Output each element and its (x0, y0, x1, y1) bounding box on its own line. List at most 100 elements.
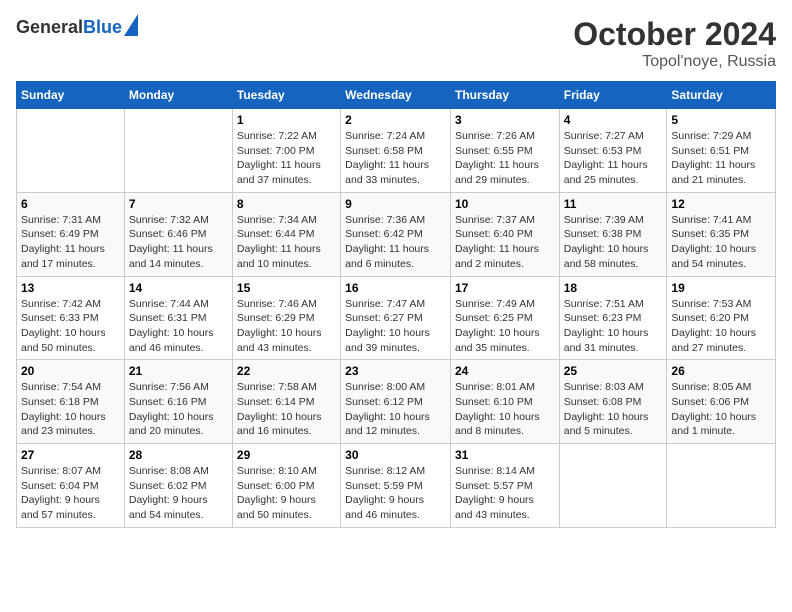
day-number: 10 (455, 197, 555, 211)
week-row-3: 13 Sunrise: 7:42 AM Sunset: 6:33 PM Dayli… (17, 276, 776, 360)
calendar-cell: 26 Sunrise: 8:05 AM Sunset: 6:06 PM Dayli… (667, 360, 776, 444)
calendar-cell: 27 Sunrise: 8:07 AM Sunset: 6:04 PM Dayli… (17, 444, 125, 528)
calendar-cell: 25 Sunrise: 8:03 AM Sunset: 6:08 PM Dayli… (559, 360, 667, 444)
logo-blue: Blue (83, 17, 122, 37)
calendar-cell: 24Sunrise: 8:01 AM Sunset: 6:10 PM Dayli… (450, 360, 559, 444)
page-title: October 2024 (573, 16, 776, 53)
calendar-cell: 3Sunrise: 7:26 AM Sunset: 6:55 PM Daylig… (450, 109, 559, 193)
day-info: Sunrise: 8:10 AM Sunset: 6:00 PM Dayligh… (237, 464, 336, 523)
day-info: Sunrise: 7:44 AM Sunset: 6:31 PM Dayligh… (129, 297, 228, 356)
day-info: Sunrise: 7:58 AM Sunset: 6:14 PM Dayligh… (237, 380, 336, 439)
calendar-cell: 30Sunrise: 8:12 AM Sunset: 5:59 PM Dayli… (341, 444, 451, 528)
calendar-cell: 8 Sunrise: 7:34 AM Sunset: 6:44 PM Daylig… (232, 192, 340, 276)
calendar-cell: 22 Sunrise: 7:58 AM Sunset: 6:14 PM Dayli… (232, 360, 340, 444)
day-number: 1 (237, 113, 336, 127)
calendar-cell: 17 Sunrise: 7:49 AM Sunset: 6:25 PM Dayli… (450, 276, 559, 360)
day-number: 7 (129, 197, 228, 211)
day-info: Sunrise: 7:36 AM Sunset: 6:42 PM Dayligh… (345, 213, 446, 272)
day-number: 28 (129, 448, 228, 462)
calendar-cell: 28 Sunrise: 8:08 AM Sunset: 6:02 PM Dayli… (124, 444, 232, 528)
calendar-cell (559, 444, 667, 528)
day-number: 19 (671, 281, 771, 295)
day-number: 27 (21, 448, 120, 462)
day-number: 26 (671, 364, 771, 378)
calendar-cell: 10 Sunrise: 7:37 AM Sunset: 6:40 PM Dayli… (450, 192, 559, 276)
day-header-tuesday: Tuesday (232, 82, 340, 109)
calendar-cell: 2 Sunrise: 7:24 AM Sunset: 6:58 PM Daylig… (341, 109, 451, 193)
calendar-cell: 15Sunrise: 7:46 AM Sunset: 6:29 PM Dayli… (232, 276, 340, 360)
calendar-cell: 23 Sunrise: 8:00 AM Sunset: 6:12 PM Dayli… (341, 360, 451, 444)
day-number: 25 (564, 364, 663, 378)
day-info: Sunrise: 7:54 AM Sunset: 6:18 PM Dayligh… (21, 380, 120, 439)
day-number: 18 (564, 281, 663, 295)
week-row-4: 20 Sunrise: 7:54 AM Sunset: 6:18 PM Dayli… (17, 360, 776, 444)
day-number: 13 (21, 281, 120, 295)
day-info: Sunrise: 7:37 AM Sunset: 6:40 PM Dayligh… (455, 213, 555, 272)
day-number: 29 (237, 448, 336, 462)
day-number: 17 (455, 281, 555, 295)
calendar-cell: 12 Sunrise: 7:41 AM Sunset: 6:35 PM Dayli… (667, 192, 776, 276)
day-number: 8 (237, 197, 336, 211)
calendar-cell: 18 Sunrise: 7:51 AM Sunset: 6:23 PM Dayli… (559, 276, 667, 360)
logo: GeneralBlue (16, 16, 138, 38)
day-info: Sunrise: 7:41 AM Sunset: 6:35 PM Dayligh… (671, 213, 771, 272)
day-info: Sunrise: 7:51 AM Sunset: 6:23 PM Dayligh… (564, 297, 663, 356)
day-number: 6 (21, 197, 120, 211)
day-number: 14 (129, 281, 228, 295)
day-info: Sunrise: 7:22 AM Sunset: 7:00 PM Dayligh… (237, 129, 336, 188)
day-info: Sunrise: 7:49 AM Sunset: 6:25 PM Dayligh… (455, 297, 555, 356)
calendar-cell: 9 Sunrise: 7:36 AM Sunset: 6:42 PM Daylig… (341, 192, 451, 276)
calendar-cell: 29 Sunrise: 8:10 AM Sunset: 6:00 PM Dayli… (232, 444, 340, 528)
page-header: GeneralBlue October 2024 Topol'noye, Rus… (16, 16, 776, 71)
page-subtitle: Topol'noye, Russia (573, 53, 776, 71)
day-info: Sunrise: 7:31 AM Sunset: 6:49 PM Dayligh… (21, 213, 120, 272)
calendar-cell: 14 Sunrise: 7:44 AM Sunset: 6:31 PM Dayli… (124, 276, 232, 360)
day-info: Sunrise: 7:24 AM Sunset: 6:58 PM Dayligh… (345, 129, 446, 188)
calendar-cell: 7 Sunrise: 7:32 AM Sunset: 6:46 PM Daylig… (124, 192, 232, 276)
day-info: Sunrise: 7:27 AM Sunset: 6:53 PM Dayligh… (564, 129, 663, 188)
day-number: 30 (345, 448, 446, 462)
day-info: Sunrise: 8:03 AM Sunset: 6:08 PM Dayligh… (564, 380, 663, 439)
day-number: 9 (345, 197, 446, 211)
week-row-2: 6 Sunrise: 7:31 AM Sunset: 6:49 PM Daylig… (17, 192, 776, 276)
day-number: 22 (237, 364, 336, 378)
day-info: Sunrise: 7:39 AM Sunset: 6:38 PM Dayligh… (564, 213, 663, 272)
calendar-cell (667, 444, 776, 528)
logo-icon (124, 14, 138, 36)
title-block: October 2024 Topol'noye, Russia (573, 16, 776, 71)
day-info: Sunrise: 8:05 AM Sunset: 6:06 PM Dayligh… (671, 380, 771, 439)
day-info: Sunrise: 7:32 AM Sunset: 6:46 PM Dayligh… (129, 213, 228, 272)
logo-general: General (16, 17, 83, 37)
calendar-header-row: SundayMondayTuesdayWednesdayThursdayFrid… (17, 82, 776, 109)
day-header-saturday: Saturday (667, 82, 776, 109)
day-info: Sunrise: 7:42 AM Sunset: 6:33 PM Dayligh… (21, 297, 120, 356)
day-number: 3 (455, 113, 555, 127)
day-info: Sunrise: 7:34 AM Sunset: 6:44 PM Dayligh… (237, 213, 336, 272)
day-number: 21 (129, 364, 228, 378)
calendar-cell: 6 Sunrise: 7:31 AM Sunset: 6:49 PM Daylig… (17, 192, 125, 276)
day-info: Sunrise: 8:00 AM Sunset: 6:12 PM Dayligh… (345, 380, 446, 439)
calendar-cell: 1 Sunrise: 7:22 AM Sunset: 7:00 PM Daylig… (232, 109, 340, 193)
day-info: Sunrise: 7:47 AM Sunset: 6:27 PM Dayligh… (345, 297, 446, 356)
day-number: 20 (21, 364, 120, 378)
calendar-cell: 4 Sunrise: 7:27 AM Sunset: 6:53 PM Daylig… (559, 109, 667, 193)
calendar-cell (17, 109, 125, 193)
day-info: Sunrise: 8:07 AM Sunset: 6:04 PM Dayligh… (21, 464, 120, 523)
day-info: Sunrise: 7:29 AM Sunset: 6:51 PM Dayligh… (671, 129, 771, 188)
calendar-cell: 13 Sunrise: 7:42 AM Sunset: 6:33 PM Dayli… (17, 276, 125, 360)
day-number: 23 (345, 364, 446, 378)
day-number: 4 (564, 113, 663, 127)
day-number: 12 (671, 197, 771, 211)
day-info: Sunrise: 7:56 AM Sunset: 6:16 PM Dayligh… (129, 380, 228, 439)
day-number: 5 (671, 113, 771, 127)
day-number: 15 (237, 281, 336, 295)
week-row-1: 1 Sunrise: 7:22 AM Sunset: 7:00 PM Daylig… (17, 109, 776, 193)
day-number: 2 (345, 113, 446, 127)
calendar-cell: 20 Sunrise: 7:54 AM Sunset: 6:18 PM Dayli… (17, 360, 125, 444)
day-number: 16 (345, 281, 446, 295)
day-number: 31 (455, 448, 555, 462)
day-header-sunday: Sunday (17, 82, 125, 109)
calendar-cell (124, 109, 232, 193)
day-info: Sunrise: 8:08 AM Sunset: 6:02 PM Dayligh… (129, 464, 228, 523)
week-row-5: 27 Sunrise: 8:07 AM Sunset: 6:04 PM Dayli… (17, 444, 776, 528)
